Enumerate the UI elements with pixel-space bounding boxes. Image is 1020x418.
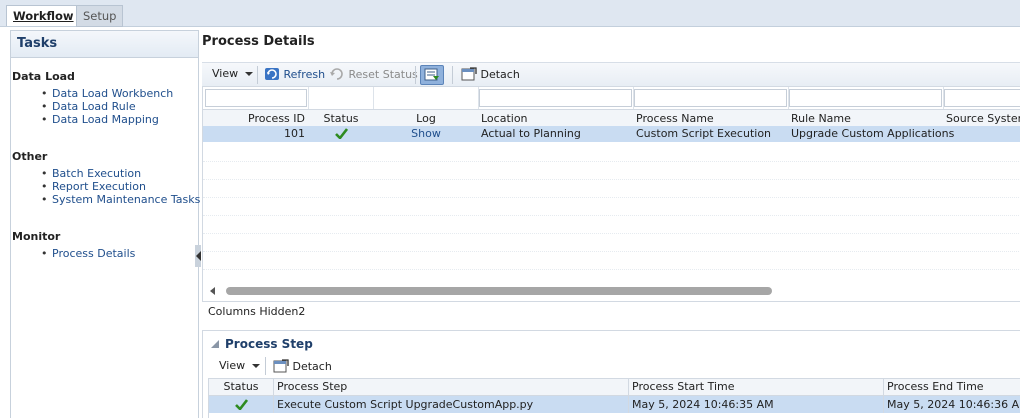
task-report-execution[interactable]: Report Execution bbox=[41, 180, 146, 193]
row-divider bbox=[203, 215, 1020, 217]
column-divider bbox=[883, 379, 884, 413]
table-row[interactable]: 101 Show Actual to Planning Custom Scrip… bbox=[203, 126, 1020, 142]
table-row[interactable]: Execute Custom Script UpgradeCustomApp.p… bbox=[209, 396, 1020, 413]
detach-icon bbox=[273, 359, 289, 373]
cell-process-step: Execute Custom Script UpgradeCustomApp.p… bbox=[277, 398, 534, 411]
group-other: Other bbox=[12, 150, 48, 163]
show-log-link[interactable]: Show bbox=[374, 127, 478, 140]
detach-label: Detach bbox=[292, 360, 332, 373]
filter-process-id[interactable] bbox=[205, 89, 307, 107]
tab-setup[interactable]: Setup bbox=[76, 5, 124, 27]
filter-source-system[interactable] bbox=[944, 89, 1020, 107]
col-status[interactable]: Status bbox=[309, 112, 373, 125]
page-title: Process Details bbox=[202, 34, 315, 49]
process-step-toolbar: View Detach bbox=[208, 357, 1020, 377]
column-divider bbox=[273, 379, 274, 413]
col-process-end-time[interactable]: Process End Time bbox=[887, 380, 984, 393]
cell-location: Actual to Planning bbox=[481, 127, 581, 140]
refresh-label: Refresh bbox=[283, 68, 326, 81]
columns-hidden-count: 2 bbox=[298, 305, 306, 318]
col-status[interactable]: Status bbox=[209, 380, 273, 393]
row-divider bbox=[203, 269, 1020, 271]
cell-process-name: Custom Script Execution bbox=[636, 127, 772, 140]
col-location[interactable]: Location bbox=[481, 112, 528, 125]
tasks-list: Data Load Data Load Workbench Data Load … bbox=[10, 30, 200, 417]
task-batch-execution[interactable]: Batch Execution bbox=[41, 167, 141, 180]
cell-process-id: 101 bbox=[284, 127, 305, 140]
view-menu[interactable]: View bbox=[219, 359, 260, 372]
columns-hidden-status: Columns Hidden2 bbox=[208, 305, 305, 318]
view-menu-label: View bbox=[219, 359, 246, 372]
query-by-example-toggle[interactable] bbox=[420, 65, 444, 85]
col-source-system[interactable]: Source System bbox=[946, 112, 1020, 125]
cell-start-time: May 5, 2024 10:46:35 AM bbox=[632, 398, 774, 411]
process-details-toolbar: View Refresh Reset Status Detach bbox=[202, 62, 1020, 87]
toolbar-separator bbox=[415, 66, 416, 84]
reset-status-icon bbox=[330, 68, 343, 80]
horizontal-scrollbar[interactable] bbox=[208, 285, 1018, 297]
column-divider bbox=[628, 379, 629, 413]
col-process-id[interactable]: Process ID bbox=[209, 112, 305, 125]
filter-process-name[interactable] bbox=[634, 89, 787, 107]
view-menu-label: View bbox=[212, 67, 239, 80]
top-tab-strip: Workflow Setup bbox=[0, 0, 1020, 27]
col-rule-name[interactable]: Rule Name bbox=[791, 112, 851, 125]
cell-rule-name: Upgrade Custom Applications bbox=[791, 127, 955, 140]
filter-rule-name[interactable] bbox=[789, 89, 942, 107]
panel-collapse-handle[interactable] bbox=[195, 245, 201, 267]
process-step-title: Process Step bbox=[225, 337, 313, 351]
cell-end-time: May 5, 2024 10:46:36 AM bbox=[887, 398, 1020, 411]
scroll-left-icon[interactable] bbox=[210, 287, 215, 295]
detach-icon bbox=[461, 67, 477, 81]
tab-workflow[interactable]: Workflow bbox=[6, 5, 81, 26]
col-process-name[interactable]: Process Name bbox=[636, 112, 714, 125]
reset-status-button[interactable]: Reset Status bbox=[329, 67, 418, 81]
task-data-load-mapping[interactable]: Data Load Mapping bbox=[41, 113, 159, 126]
toolbar-separator bbox=[265, 357, 266, 375]
row-divider bbox=[203, 251, 1020, 253]
chevron-down-icon bbox=[244, 72, 253, 76]
collapse-arrow-icon bbox=[196, 251, 201, 261]
chevron-down-icon bbox=[251, 364, 260, 368]
table-header-row: Status Process Step Process Start Time P… bbox=[209, 379, 1020, 396]
group-monitor: Monitor bbox=[12, 230, 61, 243]
filter-icon bbox=[424, 68, 439, 81]
group-data-load: Data Load bbox=[12, 70, 75, 83]
row-divider bbox=[203, 179, 1020, 181]
refresh-button[interactable]: Refresh bbox=[264, 67, 325, 81]
refresh-icon bbox=[265, 68, 279, 80]
detach-label: Detach bbox=[480, 68, 520, 81]
task-process-details[interactable]: Process Details bbox=[41, 247, 135, 260]
scrollbar-thumb[interactable] bbox=[226, 287, 772, 295]
success-check-icon bbox=[235, 399, 249, 413]
detach-button[interactable]: Detach bbox=[273, 359, 332, 373]
col-process-step[interactable]: Process Step bbox=[277, 380, 347, 393]
toolbar-separator bbox=[257, 66, 258, 84]
filter-location[interactable] bbox=[479, 89, 632, 107]
task-data-load-workbench[interactable]: Data Load Workbench bbox=[41, 87, 173, 100]
view-menu[interactable]: View bbox=[212, 67, 253, 80]
task-data-load-rule[interactable]: Data Load Rule bbox=[41, 100, 136, 113]
columns-hidden-label: Columns Hidden bbox=[208, 305, 299, 318]
col-log[interactable]: Log bbox=[374, 112, 478, 125]
process-step-table: Status Process Step Process Start Time P… bbox=[208, 378, 1020, 418]
row-divider bbox=[203, 233, 1020, 235]
toolbar-separator bbox=[452, 66, 453, 84]
detach-button[interactable]: Detach bbox=[461, 67, 520, 81]
task-system-maintenance-tasks[interactable]: System Maintenance Tasks bbox=[41, 193, 200, 206]
row-divider bbox=[203, 197, 1020, 199]
col-process-start-time[interactable]: Process Start Time bbox=[632, 380, 735, 393]
collapse-triangle-icon[interactable] bbox=[211, 340, 219, 348]
success-check-icon bbox=[335, 128, 349, 142]
process-details-table: Process ID Status Log Location Process N… bbox=[202, 86, 1020, 302]
row-divider bbox=[203, 161, 1020, 163]
reset-status-label: Reset Status bbox=[348, 68, 418, 81]
